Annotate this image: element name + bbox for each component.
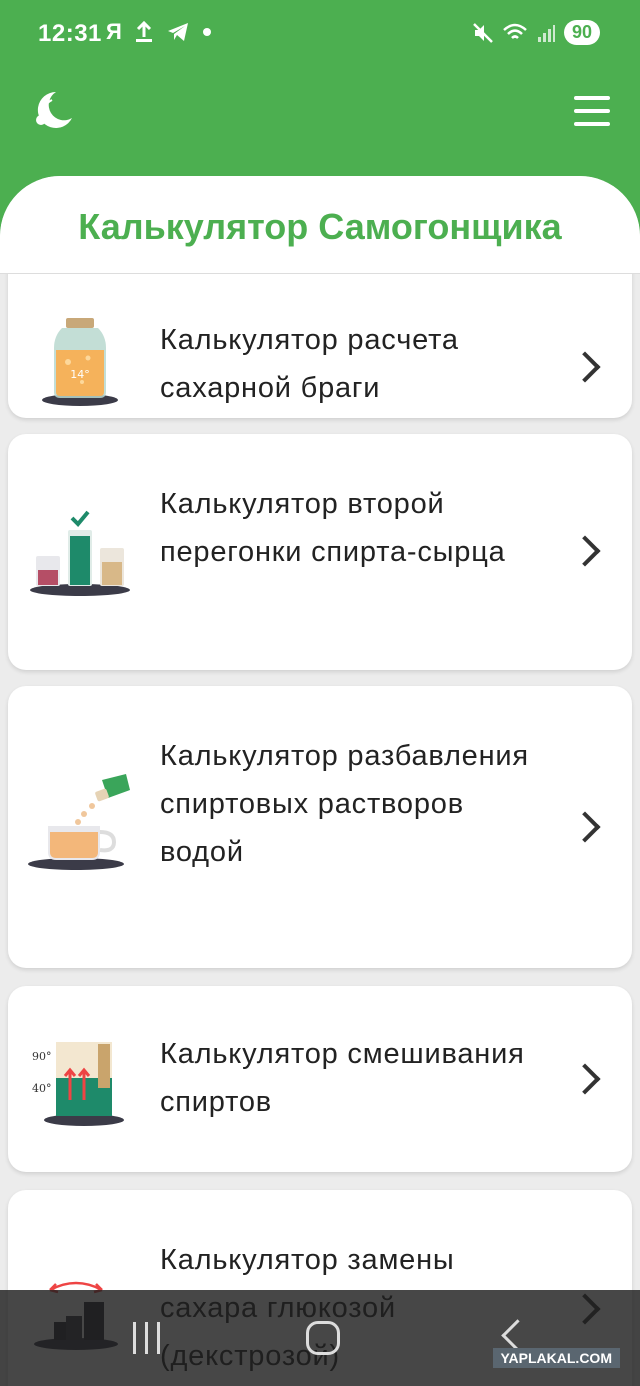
notification-icons: Я (106, 19, 212, 45)
dot-icon (202, 28, 211, 36)
page-title: Калькулятор Самогонщика (78, 206, 562, 247)
recent-apps-button[interactable] (126, 1318, 166, 1358)
chevron-right-icon (569, 811, 601, 843)
calculator-card-dilution[interactable]: Калькулятор разбавления спиртовых раство… (8, 686, 632, 968)
pouring-cup-icon (28, 774, 130, 870)
chevron-right-icon (569, 535, 601, 567)
calculator-label: Калькулятор второй перегонки спирта-сырц… (160, 488, 506, 568)
moon-cherry-logo[interactable] (32, 88, 76, 132)
content-panel: Калькулятор Самогонщика 14° Калькулятор … (0, 176, 640, 1386)
system-nav-bar (0, 1290, 640, 1386)
beakers-icon (30, 510, 130, 596)
mute-icon (473, 22, 493, 43)
tick-top-text: 90° (32, 1050, 52, 1063)
calculator-label: Калькулятор смешивания спиртов (160, 1038, 525, 1118)
system-icons: 90 (472, 20, 600, 45)
battery-indicator: 90 (563, 20, 600, 45)
jar-degree-text: 14° (70, 368, 90, 381)
yandex-icon: Я (106, 19, 122, 44)
panel-header: Калькулятор Самогонщика (0, 176, 640, 274)
wifi-icon (503, 23, 527, 39)
tick-bottom-text: 40° (32, 1082, 52, 1095)
calculator-card-second-distillation[interactable]: Калькулятор второй перегонки спирта-сырц… (8, 434, 632, 670)
telegram-icon (167, 23, 188, 41)
chevron-right-icon (569, 1063, 601, 1095)
chevron-right-icon (569, 351, 601, 383)
watermark: YAPLAKAL.COM (492, 1348, 620, 1368)
calculator-label: Калькулятор разбавления спиртовых раство… (160, 740, 529, 868)
status-bar: 12:31 Я 90 (0, 0, 640, 70)
hamburger-icon[interactable] (574, 96, 610, 126)
home-button[interactable] (306, 1321, 340, 1355)
status-time: 12:31 (38, 20, 102, 47)
upload-icon (135, 21, 152, 42)
mixing-icon: 90° 40° (32, 1042, 124, 1126)
app-bar (0, 70, 640, 160)
calculator-card-mixing[interactable]: 90° 40° Калькулятор смешивания спиртов (8, 986, 632, 1172)
signal-icon (537, 24, 555, 42)
jar-icon: 14° (42, 318, 118, 406)
calculator-label: Калькулятор расчета сахарной браги (160, 324, 459, 404)
